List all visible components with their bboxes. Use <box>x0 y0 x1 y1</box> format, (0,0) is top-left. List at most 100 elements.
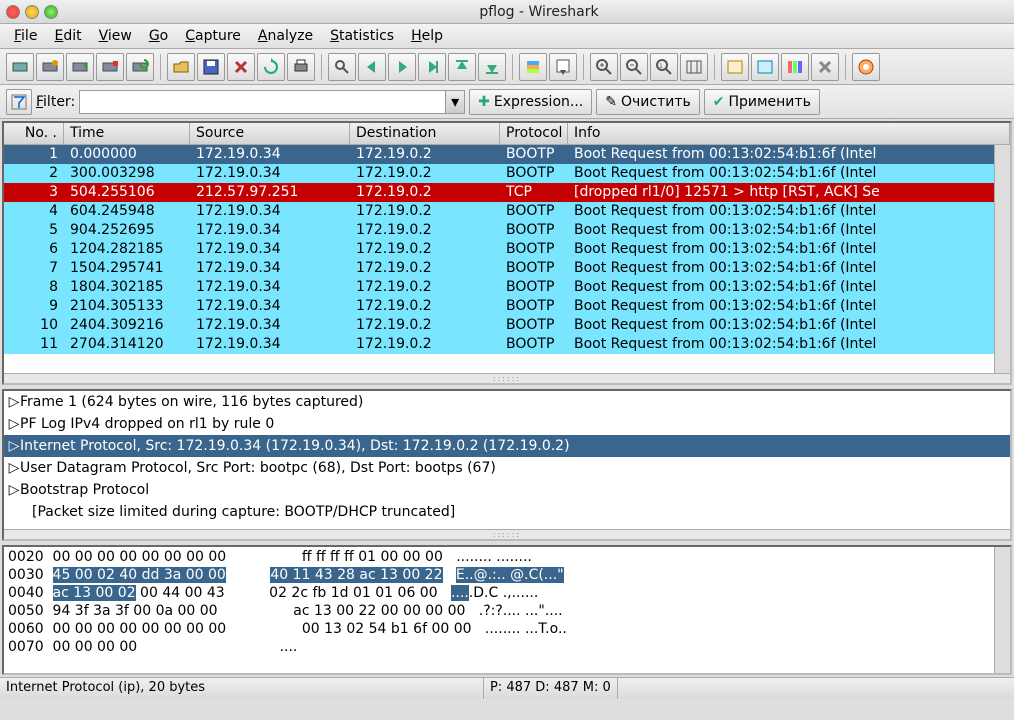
hex-line[interactable]: 0070 00 00 00 00 .... <box>8 639 990 657</box>
expand-icon[interactable]: ▷ <box>8 482 20 498</box>
tree-row[interactable]: [Packet size limited during capture: BOO… <box>4 501 1010 523</box>
col-info[interactable]: Info <box>568 123 1010 144</box>
packet-details-pane: ▷Frame 1 (624 bytes on wire, 116 bytes c… <box>2 389 1012 541</box>
filter-label: Filter: <box>36 94 75 110</box>
menu-view[interactable]: View <box>91 26 140 46</box>
menu-statistics[interactable]: Statistics <box>322 26 402 46</box>
col-destination[interactable]: Destination <box>350 123 500 144</box>
filter-input[interactable] <box>79 90 445 114</box>
zoom-out-icon[interactable] <box>620 53 648 81</box>
help-icon[interactable] <box>852 53 880 81</box>
go-to-packet-icon[interactable] <box>418 53 446 81</box>
packet-bytes-pane: 0020 00 00 00 00 00 00 00 00 ff ff ff ff… <box>2 545 1012 675</box>
expression-button[interactable]: ✚ Expression... <box>469 89 592 115</box>
titlebar: pflog - Wireshark <box>0 0 1014 24</box>
packet-row[interactable]: 5904.252695172.19.0.34172.19.0.2BOOTPBoo… <box>4 221 994 240</box>
packet-row[interactable]: 112704.314120172.19.0.34172.19.0.2BOOTPB… <box>4 335 994 354</box>
packet-bytes-body[interactable]: 0020 00 00 00 00 00 00 00 00 ff ff ff ff… <box>4 547 994 673</box>
options-icon[interactable] <box>36 53 64 81</box>
maximize-icon[interactable] <box>44 5 58 19</box>
tree-row[interactable]: ▷Bootstrap Protocol <box>4 479 1010 501</box>
menu-file[interactable]: File <box>6 26 45 46</box>
go-forward-icon[interactable] <box>388 53 416 81</box>
packet-row[interactable]: 92104.305133172.19.0.34172.19.0.2BOOTPBo… <box>4 297 994 316</box>
packet-row[interactable]: 71504.295741172.19.0.34172.19.0.2BOOTPBo… <box>4 259 994 278</box>
col-source[interactable]: Source <box>190 123 350 144</box>
menu-capture[interactable]: Capture <box>177 26 249 46</box>
hex-line[interactable]: 0040 ac 13 00 02 00 44 00 43 02 2c fb 1d… <box>8 585 990 603</box>
capture-filters-icon[interactable] <box>721 53 749 81</box>
resize-columns-icon[interactable] <box>680 53 708 81</box>
col-no[interactable]: No. . <box>4 123 64 144</box>
scrollbar-vertical[interactable] <box>994 547 1010 673</box>
filter-dropdown-icon[interactable]: ▾ <box>445 90 465 114</box>
zoom-in-icon[interactable] <box>590 53 618 81</box>
close-icon[interactable] <box>6 5 20 19</box>
tree-row[interactable]: ▷Frame 1 (624 bytes on wire, 116 bytes c… <box>4 391 1010 413</box>
tree-row[interactable]: ▷Internet Protocol, Src: 172.19.0.34 (17… <box>4 435 1010 457</box>
go-back-icon[interactable] <box>358 53 386 81</box>
svg-text:1: 1 <box>659 63 663 70</box>
filter-input-wrap: ▾ <box>79 90 465 114</box>
packet-details-body[interactable]: ▷Frame 1 (624 bytes on wire, 116 bytes c… <box>4 391 1010 529</box>
print-icon[interactable] <box>287 53 315 81</box>
autoscroll-icon[interactable] <box>549 53 577 81</box>
colorize-icon[interactable] <box>519 53 547 81</box>
filter-toolbar: Filter: ▾ ✚ Expression... ✎ Очистить ✔ П… <box>0 85 1014 119</box>
reload-icon[interactable] <box>257 53 285 81</box>
hex-line[interactable]: 0050 94 3f 3a 3f 00 0a 00 00 ac 13 00 22… <box>8 603 990 621</box>
statusbar: Internet Protocol (ip), 20 bytes P: 487 … <box>0 677 1014 699</box>
restart-capture-icon[interactable] <box>126 53 154 81</box>
preferences-icon[interactable] <box>811 53 839 81</box>
go-first-icon[interactable] <box>448 53 476 81</box>
packet-row[interactable]: 61204.282185172.19.0.34172.19.0.2BOOTPBo… <box>4 240 994 259</box>
hex-line[interactable]: 0020 00 00 00 00 00 00 00 00 ff ff ff ff… <box>8 549 990 567</box>
save-icon[interactable] <box>197 53 225 81</box>
col-time[interactable]: Time <box>64 123 190 144</box>
packet-row[interactable]: 4604.245948172.19.0.34172.19.0.2BOOTPBoo… <box>4 202 994 221</box>
find-icon[interactable] <box>328 53 356 81</box>
menu-go[interactable]: Go <box>141 26 176 46</box>
expand-icon[interactable]: ▷ <box>8 460 20 476</box>
expand-icon[interactable]: ▷ <box>8 394 20 410</box>
tree-row[interactable]: ▷User Datagram Protocol, Src Port: bootp… <box>4 457 1010 479</box>
filter-bookmark-icon[interactable] <box>6 89 32 115</box>
open-icon[interactable] <box>167 53 195 81</box>
expand-icon[interactable]: ▷ <box>8 416 20 432</box>
menu-analyze[interactable]: Analyze <box>250 26 321 46</box>
packet-list-header: No. . Time Source Destination Protocol I… <box>4 123 1010 145</box>
tree-row[interactable]: ▷PF Log IPv4 dropped on rl1 by rule 0 <box>4 413 1010 435</box>
packet-row[interactable]: 10.000000172.19.0.34172.19.0.2BOOTPBoot … <box>4 145 994 164</box>
display-filters-icon[interactable] <box>751 53 779 81</box>
interfaces-icon[interactable] <box>6 53 34 81</box>
packet-row[interactable]: 2300.003298172.19.0.34172.19.0.2BOOTPBoo… <box>4 164 994 183</box>
packet-row[interactable]: 3504.255106212.57.97.251172.19.0.2TCP[dr… <box>4 183 994 202</box>
stop-capture-icon[interactable] <box>96 53 124 81</box>
coloring-rules-icon[interactable] <box>781 53 809 81</box>
window-controls <box>0 5 64 19</box>
pane-grip[interactable]: :::::: <box>4 373 1010 383</box>
hex-line[interactable]: 0030 45 00 02 40 dd 3a 00 00 40 11 43 28… <box>8 567 990 585</box>
minimize-icon[interactable] <box>25 5 39 19</box>
pane-grip[interactable]: :::::: <box>4 529 1010 539</box>
window-title: pflog - Wireshark <box>64 4 1014 20</box>
packet-row[interactable]: 102404.309216172.19.0.34172.19.0.2BOOTPB… <box>4 316 994 335</box>
clear-button[interactable]: ✎ Очистить <box>596 89 699 115</box>
apply-button[interactable]: ✔ Применить <box>704 89 820 115</box>
go-last-icon[interactable] <box>478 53 506 81</box>
col-protocol[interactable]: Protocol <box>500 123 568 144</box>
start-capture-icon[interactable] <box>66 53 94 81</box>
expand-icon[interactable] <box>8 504 20 520</box>
expand-icon[interactable]: ▷ <box>8 438 20 454</box>
hex-line[interactable]: 0060 00 00 00 00 00 00 00 00 00 13 02 54… <box>8 621 990 639</box>
menu-edit[interactable]: Edit <box>46 26 89 46</box>
scrollbar-vertical[interactable] <box>994 145 1010 373</box>
menu-help[interactable]: Help <box>403 26 451 46</box>
packet-list-pane: No. . Time Source Destination Protocol I… <box>2 121 1012 385</box>
close-file-icon[interactable] <box>227 53 255 81</box>
zoom-100-icon[interactable]: 1 <box>650 53 678 81</box>
menubar: File Edit View Go Capture Analyze Statis… <box>0 24 1014 49</box>
packet-row[interactable]: 81804.302185172.19.0.34172.19.0.2BOOTPBo… <box>4 278 994 297</box>
packet-list-body[interactable]: 10.000000172.19.0.34172.19.0.2BOOTPBoot … <box>4 145 994 373</box>
status-field-left: Internet Protocol (ip), 20 bytes <box>0 678 484 699</box>
